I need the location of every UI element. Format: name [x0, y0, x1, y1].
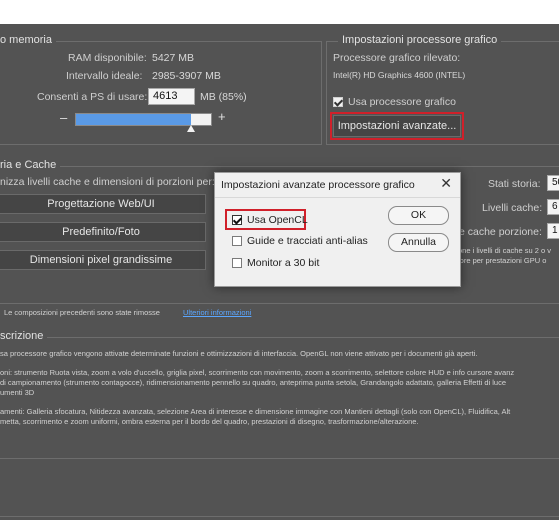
bottom-divider [0, 516, 559, 517]
opencl-checkbox[interactable] [232, 215, 242, 225]
ps-allow-label: Consenti a PS di usare: [37, 91, 148, 103]
history-states-input[interactable]: 50 [547, 175, 559, 191]
memory-group-title: o memoria [0, 34, 56, 46]
antialias-guides-label: Guide e tracciati anti-alias [247, 235, 368, 247]
cache-levels-label: Livelli cache: [482, 202, 543, 214]
memory-slider-fill [76, 114, 191, 125]
dialog-title: Impostazioni avanzate processore grafico [221, 179, 415, 191]
opencl-label: Usa OpenCL [247, 214, 308, 226]
use-gpu-checkbox[interactable] [333, 97, 343, 107]
cache-note-line1: one i livelli di cache su 2 o v [458, 246, 551, 255]
ps-allow-input[interactable]: 4613 [148, 88, 195, 105]
use-gpu-label: Usa processore grafico [348, 96, 456, 108]
slider-plus-icon[interactable]: + [218, 109, 226, 124]
description-line1: sa processore grafico vengono attivate d… [0, 349, 478, 358]
advanced-settings-button[interactable]: Impostazioni avanzate... [333, 115, 461, 137]
dialog-title-separator [215, 197, 460, 198]
default-photo-button[interactable]: Predefinito/Foto [0, 222, 206, 242]
antialias-guides-checkbox[interactable] [232, 236, 242, 246]
huge-pixel-button[interactable]: Dimensioni pixel grandissime [0, 250, 206, 270]
gpu-group-title: Impostazioni processore grafico [338, 34, 502, 46]
gpu-detected-label: Processore grafico rilevato: [333, 52, 461, 64]
window-top-strip [0, 0, 559, 24]
cache-levels-input[interactable]: 6 [547, 199, 559, 215]
description-line6: metta, scorrimento e zoom uniformi, ombr… [0, 417, 419, 426]
advanced-gpu-dialog: Impostazioni avanzate processore grafico… [214, 172, 461, 287]
notice-text: Le composizioni precedenti sono state ri… [4, 308, 160, 317]
more-info-link[interactable]: Ulteriori informazioni [183, 308, 251, 317]
close-icon[interactable]: ✕ [440, 175, 452, 192]
cache-tile-label: e cache porzione: [459, 226, 542, 238]
ps-allow-unit: MB (85%) [200, 91, 247, 103]
web-ui-button[interactable]: Progettazione Web/UI [0, 194, 206, 214]
cache-optimize-label: nizza livelli cache e dimensioni di porz… [0, 176, 215, 188]
memory-slider-handle[interactable] [187, 125, 196, 132]
range-value: 2985-3907 MB [152, 70, 221, 82]
description-line5: amenti: Galleria sfocatura, Nitidezza av… [0, 407, 511, 416]
history-states-label: Stati storia: [488, 178, 541, 190]
description-line2: oni: strumento Ruota vista, zoom a volo … [0, 368, 515, 377]
ram-value: 5427 MB [152, 52, 195, 64]
gpu-detected-value: Intel(R) HD Graphics 4600 (INTEL) [333, 70, 466, 80]
monitor-30bit-checkbox[interactable] [232, 258, 242, 268]
description-line4: umenti 3D [0, 388, 35, 397]
ram-label: RAM disponibile: [68, 52, 147, 64]
description-line3: di campionamento (strumento contagocce),… [0, 378, 507, 387]
range-label: Intervallo ideale: [66, 70, 143, 82]
cancel-button[interactable]: Annulla [388, 233, 449, 252]
cache-tile-input[interactable]: 1 [547, 223, 559, 239]
ok-button[interactable]: OK [388, 206, 449, 225]
cache-group-title: ria e Cache [0, 159, 61, 171]
monitor-30bit-label: Monitor a 30 bit [247, 257, 320, 269]
description-title: scrizione [0, 330, 48, 342]
cache-note-line2: iore per prestazioni GPU o [458, 256, 547, 265]
slider-minus-icon[interactable]: – [60, 110, 67, 125]
